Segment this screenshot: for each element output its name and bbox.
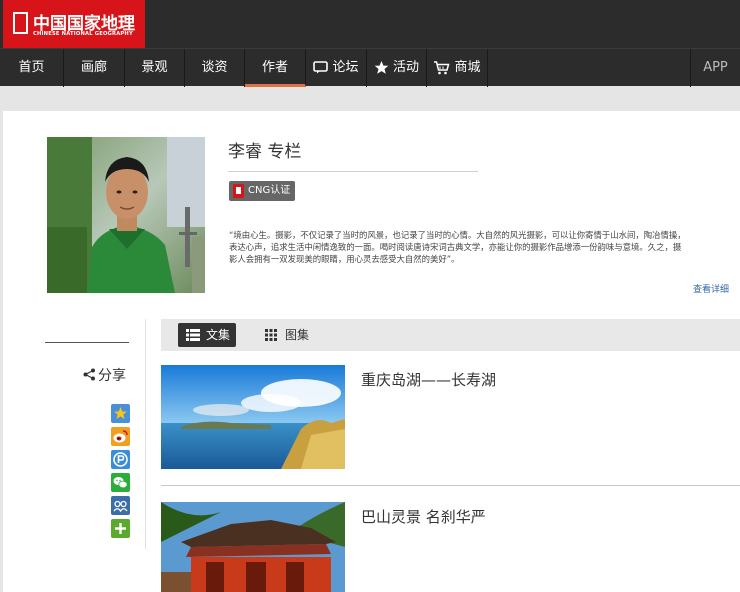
more-plus-icon[interactable] — [111, 519, 130, 538]
pengyou-icon[interactable] — [111, 450, 130, 469]
nav-label: 活动 — [392, 60, 419, 75]
favorite-star-icon[interactable] — [111, 404, 130, 423]
nav-label: 作者 — [261, 60, 288, 75]
nav-item-forum[interactable]: 论坛 — [306, 49, 367, 87]
nav-item-shop[interactable]: 商城 — [427, 49, 488, 87]
nav-item-home[interactable]: 首页 — [0, 49, 64, 87]
renren-icon[interactable] — [111, 496, 130, 515]
tab-label: 文集 — [206, 328, 231, 342]
top-bar: 中国国家地理 CHINESE NATIONAL GEOGRAPHY — [0, 0, 740, 48]
article-thumbnail[interactable] — [161, 365, 345, 469]
article-title[interactable]: 重庆岛湖——长寿湖 — [361, 369, 496, 390]
title-divider — [228, 171, 478, 172]
wechat-icon[interactable] — [111, 473, 130, 492]
badge-label: CNG认证 — [248, 185, 291, 196]
grid-icon — [265, 329, 277, 341]
article-divider — [161, 485, 740, 486]
cng-badge-icon — [233, 184, 244, 198]
site-logo[interactable]: 中国国家地理 CHINESE NATIONAL GEOGRAPHY — [3, 0, 145, 48]
chat-icon — [313, 61, 329, 74]
nav-item-app[interactable]: APP — [690, 49, 740, 87]
nav-label: 首页 — [18, 60, 45, 75]
nav-label: 画廊 — [80, 60, 107, 75]
view-details-link[interactable]: 查看详细 — [693, 282, 729, 295]
star-icon — [374, 61, 389, 74]
tab-articles[interactable]: 文集 — [178, 323, 236, 347]
share-icon — [83, 368, 95, 381]
nav-item-events[interactable]: 活动 — [367, 49, 427, 87]
nav-item-landscape[interactable]: 景观 — [125, 49, 185, 87]
main-nav: 首页 画廊 景观 谈资 作者 论坛 活动 商城 APP — [0, 48, 740, 87]
cart-icon — [434, 60, 450, 74]
tab-galleries[interactable]: 图集 — [257, 323, 311, 347]
share-icon-list — [111, 404, 131, 542]
list-icon — [186, 329, 200, 341]
author-column: 李睿 专栏 CNG认证 “境由心生。摄影，不仅记录了当时的风景，也记录了当时的心… — [3, 111, 740, 592]
nav-item-authors[interactable]: 作者 — [245, 49, 306, 87]
nav-item-talk[interactable]: 谈资 — [185, 49, 245, 87]
nav-label: 商城 — [454, 60, 481, 75]
nav-label: 论坛 — [332, 60, 359, 75]
logo-text-en: CHINESE NATIONAL GEOGRAPHY — [33, 31, 133, 37]
tab-label: 图集 — [285, 328, 310, 342]
nav-label: 谈资 — [201, 60, 228, 75]
weibo-icon[interactable] — [111, 427, 130, 446]
sidebar-divider — [45, 342, 129, 343]
author-quote: “境由心生。摄影，不仅记录了当时的风景，也记录了当时的心情。大自然的风光摄影，可… — [229, 230, 686, 264]
nav-item-gallery[interactable]: 画廊 — [64, 49, 125, 87]
nav-label: 景观 — [141, 60, 168, 75]
logo-frame-icon — [13, 12, 28, 34]
content-tab-bar: 文集 图集 — [161, 319, 740, 351]
share-label: 分享 — [83, 365, 126, 385]
cng-verified-badge: CNG认证 — [229, 181, 295, 201]
column-title: 李睿 专栏 — [228, 142, 302, 162]
vertical-divider — [145, 319, 146, 549]
article-title[interactable]: 巴山灵景 名刹华严 — [361, 506, 486, 527]
author-avatar — [47, 137, 205, 293]
share-text: 分享 — [98, 368, 126, 384]
article-thumbnail[interactable] — [161, 502, 345, 592]
